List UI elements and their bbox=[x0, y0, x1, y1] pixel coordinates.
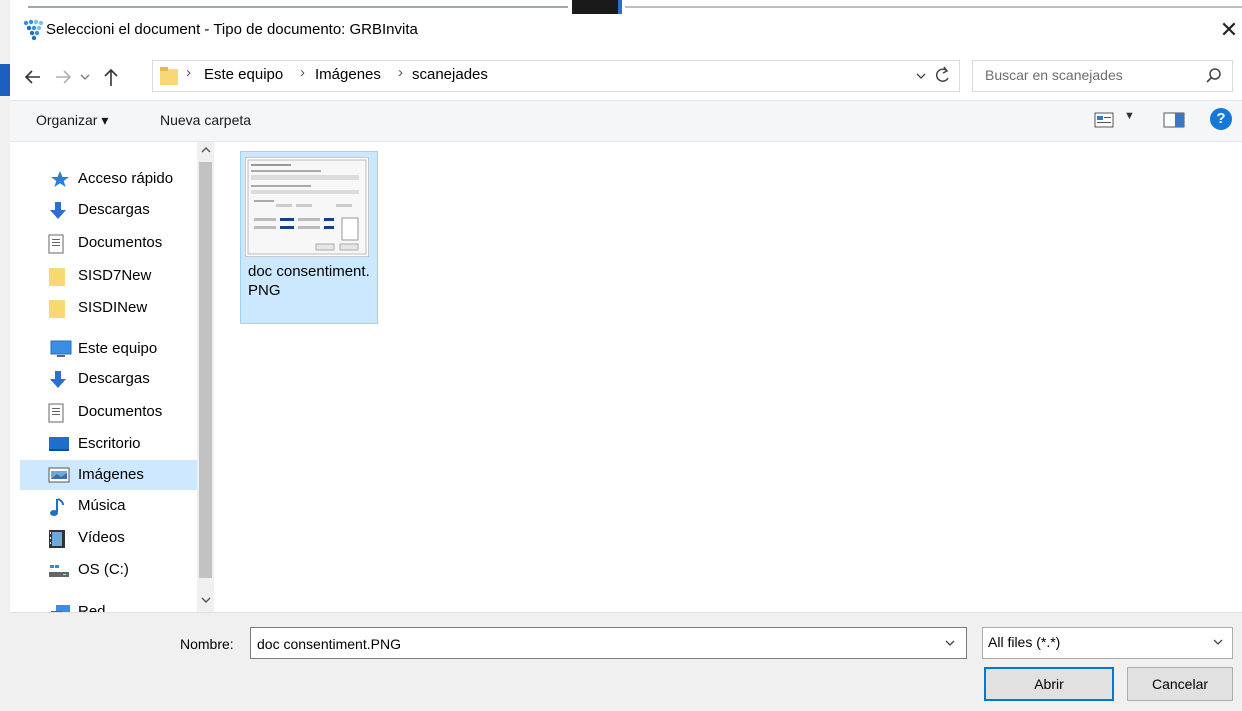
breadcrumb-imagenes[interactable]: Imágenes bbox=[315, 66, 381, 83]
back-arrow-icon[interactable] bbox=[22, 62, 44, 92]
background-window-edge bbox=[625, 6, 1242, 8]
nav-label: Este equipo bbox=[78, 340, 158, 357]
navigation-pane: Acceso rápido Descargas Documentos SISD7… bbox=[10, 142, 215, 612]
filename-label: Nombre: bbox=[180, 636, 234, 652]
nav-label: Acceso rápido bbox=[78, 170, 174, 187]
file-type-chevron-icon[interactable] bbox=[1212, 635, 1224, 652]
monitor-icon bbox=[50, 340, 72, 358]
nav-quick-access[interactable]: Acceso rápido bbox=[20, 164, 205, 194]
nav-label: Descargas bbox=[78, 201, 150, 218]
nav-label: Imágenes bbox=[78, 466, 144, 483]
nav-label: Música bbox=[78, 497, 126, 514]
nav-pc-imagenes[interactable]: Imágenes bbox=[20, 460, 205, 490]
nav-scrollbar-thumb[interactable] bbox=[199, 162, 212, 578]
breadcrumb-scanejades[interactable]: scanejades bbox=[412, 66, 488, 83]
scroll-up-chevron-icon[interactable] bbox=[197, 144, 214, 160]
drive-icon bbox=[48, 561, 69, 579]
help-icon[interactable]: ? bbox=[1210, 108, 1232, 130]
breadcrumb-separator: › bbox=[398, 64, 403, 81]
nav-pc-documentos[interactable]: Documentos bbox=[20, 397, 205, 427]
window-title: Seleccioni el document - Tipo de documen… bbox=[46, 21, 418, 38]
background-window-fragment bbox=[572, 0, 620, 14]
nav-pc-musica[interactable]: Música bbox=[20, 491, 205, 521]
organize-button[interactable]: Organizar ▾ bbox=[36, 112, 108, 129]
nav-quick-descargas[interactable]: Descargas bbox=[20, 195, 205, 225]
network-icon bbox=[50, 603, 70, 612]
search-icon[interactable] bbox=[1203, 64, 1225, 88]
background-window-edge bbox=[28, 6, 568, 8]
nav-label: OS (C:) bbox=[78, 561, 129, 578]
filename-value: doc consentiment.PNG bbox=[257, 636, 401, 652]
nav-this-pc[interactable]: Este equipo bbox=[20, 334, 205, 364]
nav-quick-sisdinew[interactable]: SISDINew bbox=[20, 293, 205, 323]
left-edge bbox=[0, 0, 10, 711]
nav-label: Documentos bbox=[78, 234, 163, 251]
nav-quick-sisd7new[interactable]: SISD7New bbox=[20, 261, 205, 291]
preview-pane-icon[interactable] bbox=[1163, 112, 1185, 128]
open-button[interactable]: Abrir bbox=[984, 667, 1114, 701]
file-type-value: All files (*.*) bbox=[988, 634, 1061, 650]
change-view-icon[interactable] bbox=[1094, 112, 1114, 128]
download-arrow-icon bbox=[48, 201, 68, 219]
breadcrumb-separator: › bbox=[300, 64, 305, 81]
nav-label: Descargas bbox=[78, 370, 150, 387]
nav-label: Escritorio bbox=[78, 435, 141, 452]
breadcrumb-este-equipo[interactable]: Este equipo bbox=[204, 66, 283, 83]
address-dropdown-chevron-icon[interactable] bbox=[912, 66, 930, 86]
nav-label: Red bbox=[78, 603, 106, 612]
close-button[interactable]: ✕ bbox=[1216, 15, 1242, 45]
scroll-down-chevron-icon[interactable] bbox=[197, 594, 214, 610]
nav-pc-escritorio[interactable]: Escritorio bbox=[20, 429, 205, 459]
nav-network[interactable]: Red bbox=[20, 597, 205, 612]
search-placeholder: Buscar en scanejades bbox=[985, 67, 1123, 83]
film-icon bbox=[48, 529, 68, 548]
nav-pc-videos[interactable]: Vídeos bbox=[20, 523, 205, 553]
recent-locations-chevron-icon[interactable] bbox=[74, 62, 96, 92]
file-name: doc consentiment.PNG bbox=[248, 263, 370, 299]
nav-label: SISD7New bbox=[78, 267, 152, 284]
folder-icon bbox=[48, 267, 68, 286]
folder-icon bbox=[159, 65, 179, 87]
nav-label: Vídeos bbox=[78, 529, 125, 546]
breadcrumb-separator: › bbox=[186, 64, 191, 81]
cancel-button[interactable]: Cancelar bbox=[1127, 667, 1233, 701]
desktop-icon bbox=[48, 435, 69, 453]
download-arrow-icon bbox=[48, 370, 68, 388]
nav-quick-documentos[interactable]: Documentos bbox=[20, 228, 205, 258]
music-note-icon bbox=[48, 497, 68, 516]
nav-pc-os-c[interactable]: OS (C:) bbox=[20, 555, 205, 585]
folder-icon bbox=[48, 299, 68, 318]
nav-label: Documentos bbox=[78, 403, 163, 420]
nav-label: SISDINew bbox=[78, 299, 148, 316]
star-icon bbox=[50, 170, 70, 188]
up-arrow-icon[interactable] bbox=[100, 62, 122, 92]
app-logo-icon bbox=[22, 19, 44, 41]
background-window-fragment bbox=[0, 64, 10, 96]
nav-pc-descargas[interactable]: Descargas bbox=[20, 364, 205, 394]
refresh-icon[interactable] bbox=[932, 63, 954, 87]
filename-dropdown-chevron-icon[interactable] bbox=[944, 636, 956, 653]
file-thumbnail bbox=[245, 157, 369, 257]
background-window-fragment bbox=[618, 0, 622, 14]
document-icon bbox=[48, 234, 68, 254]
new-folder-button[interactable]: Nueva carpeta bbox=[160, 112, 251, 128]
document-icon bbox=[48, 403, 68, 423]
pictures-icon bbox=[48, 466, 70, 484]
forward-arrow-icon[interactable] bbox=[52, 62, 74, 92]
view-dropdown-icon[interactable]: ▼ bbox=[1124, 110, 1135, 122]
